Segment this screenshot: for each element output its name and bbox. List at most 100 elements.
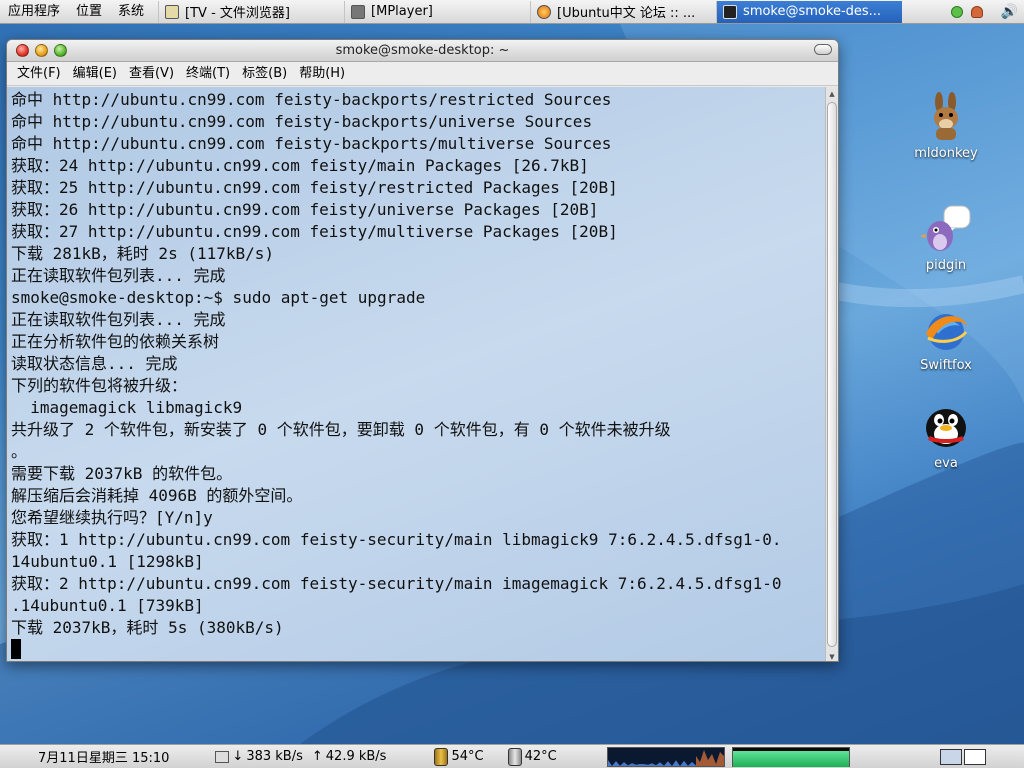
terminal-line: 命中 http://ubuntu.cn99.com feisty-backpor… — [11, 112, 593, 131]
menu-system[interactable]: 系统 — [110, 0, 152, 24]
scrollbar-thumb[interactable] — [827, 102, 837, 647]
clock[interactable]: 7月11日星期三 15:10 — [38, 747, 169, 766]
desktop-icon-label: pidgin — [925, 258, 967, 273]
workspace-switcher[interactable] — [940, 748, 986, 765]
task-mplayer[interactable]: [MPlayer] — [344, 0, 530, 23]
cpu-temp-value: 54°C — [451, 749, 484, 764]
task-label: smoke@smoke-des... — [743, 4, 882, 19]
terminal-output[interactable]: 命中 http://ubuntu.cn99.com feisty-backpor… — [7, 87, 827, 661]
task-label: [Ubuntu中文 论坛 :: ... — [557, 6, 696, 21]
window-title: smoke@smoke-desktop: ~ — [335, 43, 510, 58]
terminal-line: 获取：24 http://ubuntu.cn99.com feisty/main… — [11, 156, 589, 175]
terminal-line: 命中 http://ubuntu.cn99.com feisty-backpor… — [11, 90, 612, 109]
text-cursor — [11, 639, 21, 659]
cpu-load-area — [607, 759, 696, 766]
system-tray: 🔊 — [945, 4, 1024, 20]
system-monitor[interactable] — [606, 746, 850, 767]
menu-tabs[interactable]: 标签(B) — [236, 62, 293, 86]
mplayer-window-icon — [351, 4, 366, 19]
menu-view[interactable]: 查看(V) — [123, 62, 180, 86]
terminal-line: 您希望继续执行吗？[Y/n]y — [11, 508, 213, 527]
terminal-line: 下载 2037kB，耗时 5s (380kB/s) — [11, 618, 284, 637]
terminal-line: 命中 http://ubuntu.cn99.com feisty-backpor… — [11, 134, 612, 153]
folder-icon — [165, 4, 180, 19]
pidgin-bird-icon — [920, 205, 971, 251]
terminal-icon — [723, 4, 738, 19]
terminal-line: 读取状态信息... 完成 — [11, 354, 178, 373]
terminal-line: 获取：27 http://ubuntu.cn99.com feisty/mult… — [11, 222, 618, 241]
swiftfox-icon — [537, 4, 552, 19]
terminal-line: 下列的软件包将被升级： — [11, 376, 188, 395]
cpu-temperature[interactable]: 54°C — [434, 747, 484, 766]
network-monitor[interactable]: ↓ 383 kB/s ↑ 42.9 kB/s — [215, 749, 386, 764]
window-close-button[interactable] — [16, 44, 29, 57]
terminal-line: 需要下载 2037kB 的软件包。 — [11, 464, 233, 483]
task-browser-forum[interactable]: [Ubuntu中文 论坛 :: ... — [530, 0, 716, 23]
network-status-icon[interactable] — [950, 5, 963, 18]
scroll-down-arrow-icon[interactable]: ▼ — [826, 650, 838, 661]
desktop-icon-mldonkey[interactable]: mldonkey — [901, 92, 991, 161]
desktop-icon-label: Swiftfox — [920, 358, 972, 373]
task-label: [MPlayer] — [371, 4, 433, 19]
terminal-line: 解压缩后会消耗掉 4096B 的额外空间。 — [11, 486, 303, 505]
workspace-1[interactable] — [940, 748, 962, 765]
thermometer-icon — [507, 747, 522, 766]
task-label: [TV - 文件浏览器] — [185, 6, 290, 21]
top-panel: 应用程序 位置 系统 [TV - 文件浏览器] [MPlayer] [Ubunt… — [0, 0, 1024, 24]
user-switch-icon[interactable] — [970, 5, 983, 18]
menu-places[interactable]: 位置 — [68, 0, 110, 24]
download-arrow-icon: ↓ — [232, 749, 244, 764]
terminal-line: smoke@smoke-desktop:~$ sudo apt-get upgr… — [11, 288, 426, 307]
terminal-line: 正在分析软件包的依赖关系树 — [11, 332, 220, 351]
memory-usage-fill — [732, 750, 849, 767]
task-terminal[interactable]: smoke@smoke-des... — [716, 0, 903, 23]
terminal-line: 获取：26 http://ubuntu.cn99.com feisty/univ… — [11, 200, 599, 219]
workspace-2[interactable] — [964, 748, 986, 765]
terminal-line: 获取：1 http://ubuntu.cn99.com feisty-secur… — [11, 530, 782, 549]
terminal-line: 获取：2 http://ubuntu.cn99.com feisty-secur… — [11, 574, 782, 593]
desktop-icon-label: mldonkey — [914, 146, 978, 161]
terminal-line: 。 — [11, 442, 28, 461]
task-file-browser[interactable]: [TV - 文件浏览器] — [158, 0, 344, 23]
disk-temp-value: 42°C — [524, 749, 557, 764]
desktop-icon-eva[interactable]: eva — [901, 402, 991, 471]
terminal-window: smoke@smoke-desktop: ~ 文件(F) 编辑(E) 查看(V)… — [6, 39, 839, 662]
terminal-line: 获取：25 http://ubuntu.cn99.com feisty/rest… — [11, 178, 618, 197]
mldonkey-donkey-icon — [934, 92, 958, 140]
desktop-icon-label: eva — [934, 456, 958, 471]
eva-penguin-icon — [926, 409, 966, 447]
upload-arrow-icon: ↑ — [311, 749, 323, 764]
terminal-line: 共升级了 2 个软件包，新安装了 0 个软件包，要卸载 0 个软件包，有 0 个… — [11, 420, 671, 439]
bottom-panel: 7月11日星期三 15:10 ↓ 383 kB/s ↑ 42.9 kB/s 54… — [0, 744, 1024, 768]
terminal-line: 正在读取软件包列表... 完成 — [11, 266, 226, 285]
terminal-line: .14ubuntu0.1 [739kB] — [11, 596, 204, 615]
window-maximize-button[interactable] — [54, 44, 67, 57]
desktop-icon-swiftfox[interactable]: Swiftfox — [901, 304, 991, 373]
desktop-icon-pidgin[interactable]: pidgin — [901, 204, 991, 273]
window-shade-button[interactable] — [814, 44, 832, 55]
menu-file[interactable]: 文件(F) — [11, 62, 67, 86]
terminal-line: imagemagick libmagick9 — [11, 398, 243, 417]
terminal-line: 正在读取软件包列表... 完成 — [11, 310, 226, 329]
terminal-line: 14ubuntu0.1 [1298kB] — [11, 552, 204, 571]
window-titlebar[interactable]: smoke@smoke-desktop: ~ — [7, 40, 838, 62]
network-monitor-icon — [215, 750, 230, 763]
swiftfox-globe-icon — [926, 314, 968, 350]
menu-edit[interactable]: 编辑(E) — [67, 62, 123, 86]
menu-applications[interactable]: 应用程序 — [0, 0, 68, 24]
cpu-load-graph — [606, 746, 725, 767]
scroll-up-arrow-icon[interactable]: ▲ — [826, 87, 838, 100]
memory-usage-graph — [731, 746, 850, 767]
terminal-line: 下载 281kB，耗时 2s (117kB/s) — [11, 244, 275, 263]
menu-help[interactable]: 帮助(H) — [293, 62, 351, 86]
terminal-menubar: 文件(F) 编辑(E) 查看(V) 终端(T) 标签(B) 帮助(H) — [7, 62, 838, 86]
terminal-scrollbar[interactable]: ▲ ▼ — [825, 87, 838, 661]
window-minimize-button[interactable] — [35, 44, 48, 57]
menu-terminal[interactable]: 终端(T) — [180, 62, 236, 86]
disk-temperature[interactable]: 42°C — [507, 747, 557, 766]
net-down-rate: 383 kB/s — [246, 749, 303, 764]
terminal-prompt-line — [11, 639, 827, 661]
volume-icon[interactable]: 🔊 — [1001, 4, 1018, 20]
thermometer-icon — [434, 747, 449, 766]
net-up-rate: 42.9 kB/s — [325, 749, 387, 764]
